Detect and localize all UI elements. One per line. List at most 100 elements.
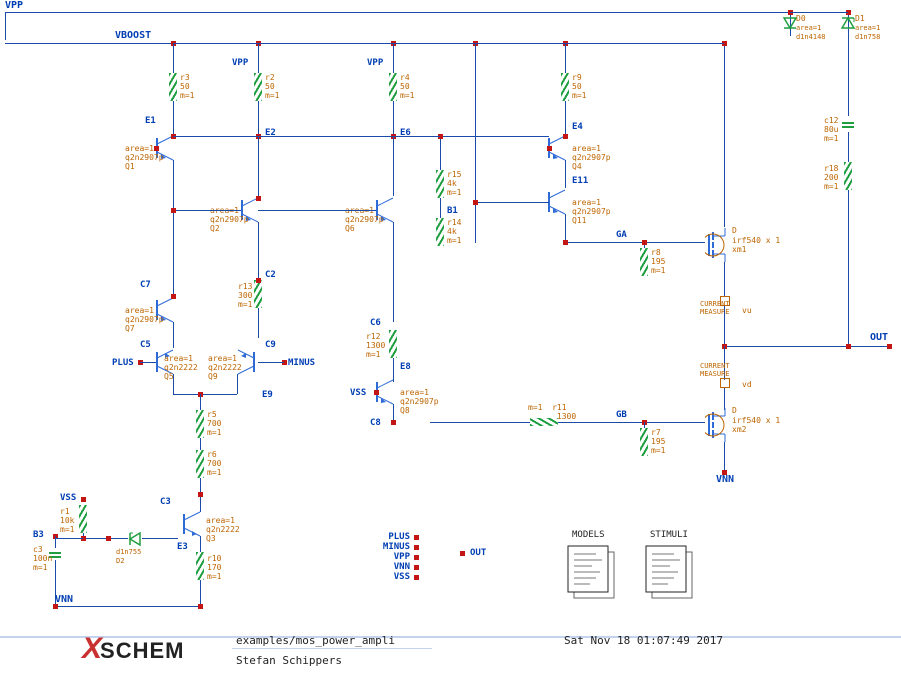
ref-b1: B1 bbox=[447, 206, 458, 216]
pin bbox=[256, 278, 261, 283]
wire bbox=[393, 136, 394, 196]
diode-d2 bbox=[128, 532, 142, 546]
ref-e1: E1 bbox=[145, 116, 156, 126]
pin bbox=[256, 196, 261, 201]
d0-params: area=1 d1n4148 bbox=[796, 24, 826, 42]
wire bbox=[237, 374, 238, 394]
pin bbox=[414, 575, 419, 580]
ref-c5: C5 bbox=[140, 340, 151, 350]
port-vnn: VNN bbox=[370, 562, 410, 572]
resistor-r4 bbox=[389, 73, 397, 101]
resistor-r2 bbox=[254, 73, 262, 101]
bjt-q3 bbox=[178, 510, 202, 538]
pin bbox=[171, 294, 176, 299]
wire bbox=[724, 43, 725, 227]
wire bbox=[173, 136, 549, 137]
wire bbox=[703, 43, 724, 44]
pin bbox=[374, 390, 379, 395]
wire bbox=[475, 43, 476, 243]
resistor-r15 bbox=[436, 170, 444, 198]
wire bbox=[258, 43, 259, 73]
xm2-d: D bbox=[732, 406, 737, 415]
resistor-r13 bbox=[254, 280, 262, 308]
node-vu: vu bbox=[742, 306, 752, 315]
pin bbox=[198, 492, 203, 497]
resistor-r8 bbox=[640, 248, 648, 276]
wire bbox=[430, 422, 530, 423]
stimuli-icon[interactable] bbox=[644, 544, 688, 600]
wire bbox=[790, 12, 848, 13]
current-measure-2: CURRENT MEASURE bbox=[700, 362, 730, 378]
ref-e3: E3 bbox=[177, 542, 188, 552]
wire bbox=[440, 198, 441, 218]
mosfet-xm1 bbox=[705, 228, 731, 262]
wire bbox=[258, 362, 284, 363]
file-path: examples/mos_power_ampli bbox=[236, 634, 395, 647]
wire bbox=[724, 306, 725, 346]
ref-e8: E8 bbox=[400, 362, 411, 372]
ref-b3: B3 bbox=[33, 530, 44, 540]
wire bbox=[565, 160, 566, 188]
pin bbox=[887, 344, 892, 349]
net-vboost: VBOOST bbox=[115, 30, 151, 41]
pin bbox=[846, 344, 851, 349]
pin bbox=[473, 200, 478, 205]
wire bbox=[200, 438, 201, 450]
net-out: OUT bbox=[870, 332, 888, 343]
wire bbox=[200, 580, 201, 606]
net-vss-l: VSS bbox=[60, 493, 76, 503]
pin bbox=[722, 470, 727, 475]
resistor-r14 bbox=[436, 218, 444, 246]
wire bbox=[173, 394, 237, 395]
divider bbox=[232, 648, 432, 649]
wire bbox=[142, 538, 178, 539]
pin bbox=[547, 146, 552, 151]
ref-c8: C8 bbox=[370, 418, 381, 428]
wire bbox=[724, 442, 725, 472]
wire bbox=[644, 422, 645, 428]
author: Stefan Schippers bbox=[236, 654, 342, 667]
pin bbox=[198, 604, 203, 609]
net-vpp-r2: VPP bbox=[232, 58, 248, 68]
diode-d1 bbox=[841, 14, 855, 28]
ref-e9: E9 bbox=[262, 390, 273, 400]
net-plus: PLUS bbox=[112, 358, 134, 368]
models-icon[interactable] bbox=[566, 544, 610, 600]
logo-x-icon: X bbox=[82, 632, 100, 665]
xm1-d: D bbox=[732, 226, 737, 235]
schematic-canvas: VPP D0 area=1 d1n4148 D1 area=1 d1n758 V… bbox=[0, 0, 901, 688]
pin bbox=[642, 240, 647, 245]
pin bbox=[563, 240, 568, 245]
wire bbox=[173, 322, 174, 348]
wire bbox=[393, 222, 394, 322]
net-ga: GA bbox=[616, 230, 627, 240]
pin bbox=[391, 420, 396, 425]
resistor-r3 bbox=[169, 73, 177, 101]
pin bbox=[106, 536, 111, 541]
wire-vpp-top bbox=[5, 12, 790, 13]
resistor-r1 bbox=[79, 505, 87, 533]
port-minus: MINUS bbox=[370, 542, 410, 552]
wire bbox=[848, 36, 849, 116]
ref-e11: E11 bbox=[572, 176, 588, 186]
wire bbox=[724, 262, 725, 296]
wire-out bbox=[724, 346, 889, 347]
wire bbox=[173, 210, 241, 211]
net-minus: MINUS bbox=[288, 358, 315, 368]
wire bbox=[848, 190, 849, 346]
pin bbox=[414, 535, 419, 540]
pin bbox=[81, 497, 86, 502]
wire bbox=[173, 160, 174, 296]
pin bbox=[563, 134, 568, 139]
net-vss-q8: VSS bbox=[350, 388, 366, 398]
ammeter-icon bbox=[720, 296, 730, 306]
pin bbox=[414, 565, 419, 570]
timestamp: Sat Nov 18 01:07:49 2017 bbox=[564, 634, 723, 647]
resistor-r7 bbox=[640, 428, 648, 456]
wire bbox=[848, 132, 849, 162]
ref-e4: E4 bbox=[572, 122, 583, 132]
wire bbox=[565, 43, 566, 73]
pin bbox=[154, 146, 159, 151]
d1-label: D1 bbox=[855, 14, 865, 23]
cap-c12 bbox=[842, 118, 854, 132]
